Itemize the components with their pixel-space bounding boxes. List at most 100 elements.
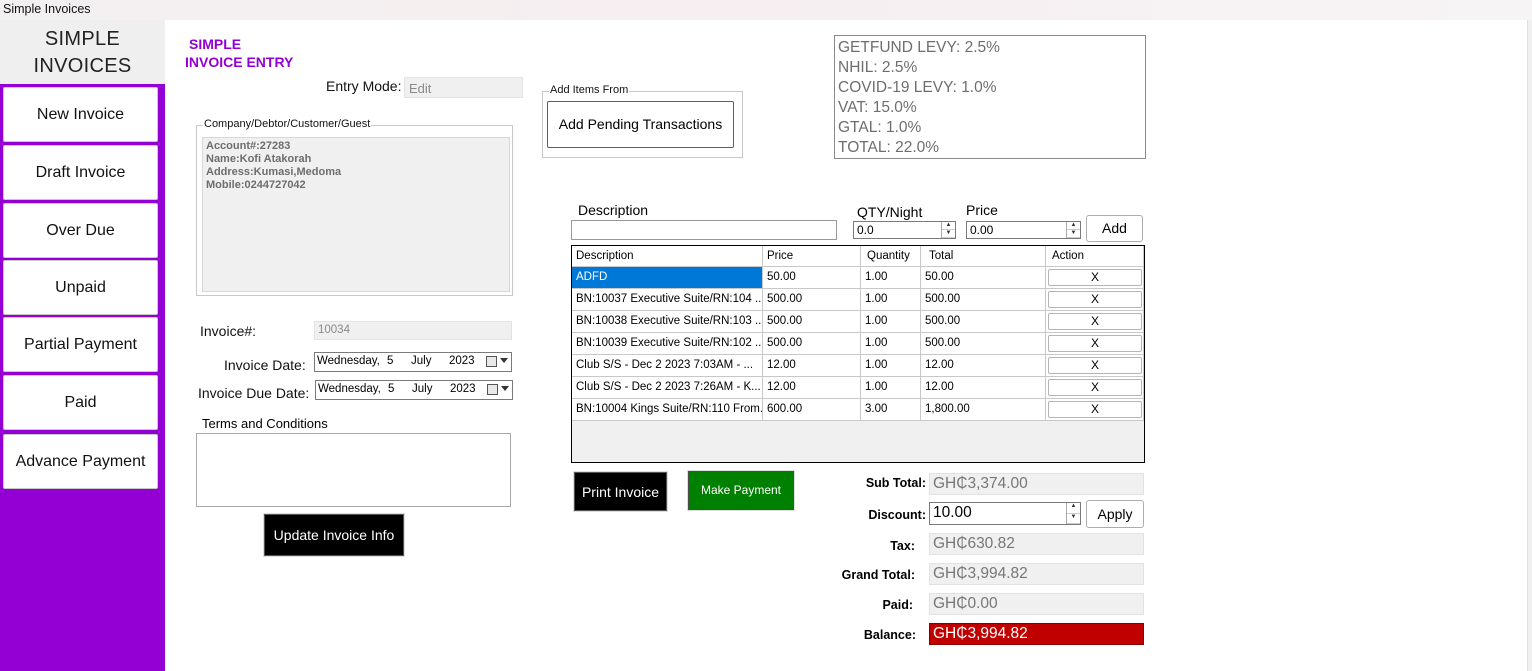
nav-partial-payment[interactable]: Partial Payment — [3, 317, 158, 372]
brand-logo: SIMPLE INVOICES — [0, 20, 165, 84]
cell-total[interactable]: 500.00 — [921, 289, 1046, 311]
cell-quantity[interactable]: 1.00 — [861, 377, 921, 399]
invoice-due-year: 2023 — [450, 383, 476, 395]
cell-quantity[interactable]: 3.00 — [861, 399, 921, 421]
column-header-price[interactable]: Price — [763, 246, 861, 267]
nav-paid[interactable]: Paid — [3, 375, 158, 430]
remove-row-button[interactable]: X — [1048, 313, 1142, 330]
price-spinner[interactable]: ▲ ▼ — [1066, 222, 1080, 238]
qty-spinner[interactable]: ▲ ▼ — [941, 222, 955, 238]
invoice-number-field: 10034 — [314, 321, 512, 340]
cell-total[interactable]: 12.00 — [921, 355, 1046, 377]
window-title: Simple Invoices — [3, 2, 91, 16]
nav-over-due[interactable]: Over Due — [3, 203, 158, 258]
customer-group: Company/Debtor/Customer/Guest Account#:2… — [196, 118, 513, 296]
column-header-quantity[interactable]: Quantity — [861, 246, 921, 267]
paid-label: Paid: — [882, 598, 913, 612]
remove-row-button[interactable]: X — [1048, 401, 1142, 418]
add-items-group: Add Items From Add Pending Transactions — [542, 84, 743, 158]
balance-label: Balance: — [863, 628, 916, 642]
cell-description[interactable]: ADFD — [572, 267, 763, 289]
add-pending-transactions-button[interactable]: Add Pending Transactions — [547, 101, 734, 148]
cell-quantity[interactable]: 1.00 — [861, 289, 921, 311]
cell-description[interactable]: BN:10039 Executive Suite/RN:102 ... — [572, 333, 763, 355]
title-bar: Simple Invoices — [0, 0, 1532, 20]
spin-down-icon[interactable]: ▼ — [942, 230, 955, 238]
remove-row-button[interactable]: X — [1048, 269, 1142, 286]
cell-price[interactable]: 12.00 — [763, 355, 861, 377]
brand-line2: INVOICES — [33, 55, 132, 77]
column-header-description[interactable]: Description — [572, 246, 763, 267]
price-value: 0.00 — [970, 223, 994, 237]
cell-price[interactable]: 600.00 — [763, 399, 861, 421]
cell-quantity[interactable]: 1.00 — [861, 333, 921, 355]
cell-total[interactable]: 12.00 — [921, 377, 1046, 399]
calendar-icon — [486, 356, 497, 367]
spin-up-icon[interactable]: ▲ — [1067, 222, 1080, 230]
customer-mobile: Mobile:0244727042 — [206, 179, 306, 191]
invoice-date-year: 2023 — [449, 355, 475, 367]
make-payment-button[interactable]: Make Payment — [688, 471, 794, 510]
cell-total[interactable]: 1,800.00 — [921, 399, 1046, 421]
spin-down-icon[interactable]: ▼ — [1067, 514, 1080, 524]
terms-textarea[interactable] — [196, 433, 511, 507]
discount-spinner[interactable]: ▲ ▼ — [1066, 503, 1080, 524]
cell-total[interactable]: 50.00 — [921, 267, 1046, 289]
nav-draft-invoice[interactable]: Draft Invoice — [3, 145, 158, 200]
column-header-action[interactable]: Action — [1046, 246, 1144, 267]
cell-description[interactable]: Club S/S - Dec 2 2023 7:03AM - ... — [572, 355, 763, 377]
customer-details[interactable]: Account#:27283 Name:Kofi Atakorah Addres… — [202, 137, 510, 292]
cell-price[interactable]: 500.00 — [763, 311, 861, 333]
tax-covid: COVID-19 LEVY: 1.0% — [838, 79, 997, 96]
tax-rates-box[interactable]: GETFUND LEVY: 2.5% NHIL: 2.5% COVID-19 L… — [834, 35, 1146, 159]
cell-price[interactable]: 50.00 — [763, 267, 861, 289]
cell-quantity[interactable]: 1.00 — [861, 355, 921, 377]
update-invoice-button[interactable]: Update Invoice Info — [264, 514, 404, 556]
qty-input[interactable]: 0.0 ▲ ▼ — [853, 221, 956, 239]
cell-price[interactable]: 500.00 — [763, 289, 861, 311]
nav-unpaid[interactable]: Unpaid — [3, 260, 158, 315]
cell-quantity[interactable]: 1.00 — [861, 311, 921, 333]
invoice-date-picker[interactable]: Wednesday, 5 July 2023 — [314, 352, 512, 372]
spin-up-icon[interactable]: ▲ — [1067, 503, 1080, 514]
price-input[interactable]: 0.00 ▲ ▼ — [966, 221, 1081, 239]
remove-row-button[interactable]: X — [1048, 291, 1142, 308]
nav-new-invoice[interactable]: New Invoice — [3, 87, 158, 142]
cell-description[interactable]: BN:10038 Executive Suite/RN:103 ... — [572, 311, 763, 333]
nav-advance-payment[interactable]: Advance Payment — [3, 434, 158, 489]
price-label: Price — [966, 202, 998, 218]
cell-description[interactable]: BN:10037 Executive Suite/RN:104 ... — [572, 289, 763, 311]
cell-total[interactable]: 500.00 — [921, 333, 1046, 355]
description-input[interactable] — [571, 220, 837, 240]
print-invoice-button[interactable]: Print Invoice — [574, 472, 667, 511]
column-header-total[interactable]: Total — [921, 246, 1046, 267]
cell-quantity[interactable]: 1.00 — [861, 267, 921, 289]
remove-row-button[interactable]: X — [1048, 357, 1142, 374]
cell-price[interactable]: 12.00 — [763, 377, 861, 399]
add-item-button[interactable]: Add — [1086, 215, 1143, 242]
tax-field: GH₵630.82 — [929, 533, 1144, 555]
page-title-line1: SIMPLE — [189, 36, 242, 52]
items-grid[interactable]: Description Price Quantity Total Action … — [571, 245, 1145, 463]
invoice-due-date-picker[interactable]: Wednesday, 5 July 2023 — [315, 380, 513, 400]
balance-field: GH₵3,994.82 — [929, 623, 1144, 645]
spin-up-icon[interactable]: ▲ — [942, 222, 955, 230]
apply-discount-button[interactable]: Apply — [1086, 500, 1144, 528]
cell-total[interactable]: 500.00 — [921, 311, 1046, 333]
remove-row-button[interactable]: X — [1048, 335, 1142, 352]
discount-label: Discount: — [868, 508, 926, 522]
tax-label: Tax: — [890, 539, 915, 553]
chevron-down-icon — [500, 358, 508, 363]
grand-total-field: GH₵3,994.82 — [929, 563, 1144, 585]
tax-vat: VAT: 15.0% — [838, 99, 917, 116]
discount-input[interactable]: 10.00 ▲ ▼ — [929, 502, 1081, 525]
window-edge — [1527, 20, 1532, 671]
cell-description[interactable]: BN:10004 Kings Suite/RN:110 From... — [572, 399, 763, 421]
qty-value: 0.0 — [857, 223, 874, 237]
spin-down-icon[interactable]: ▼ — [1067, 230, 1080, 238]
cell-description[interactable]: Club S/S - Dec 2 2023 7:26AM - K... — [572, 377, 763, 399]
cell-price[interactable]: 500.00 — [763, 333, 861, 355]
invoice-due-weekday: Wednesday, — [318, 383, 381, 395]
subtotal-field: GH₵3,374.00 — [929, 473, 1144, 495]
remove-row-button[interactable]: X — [1048, 379, 1142, 396]
